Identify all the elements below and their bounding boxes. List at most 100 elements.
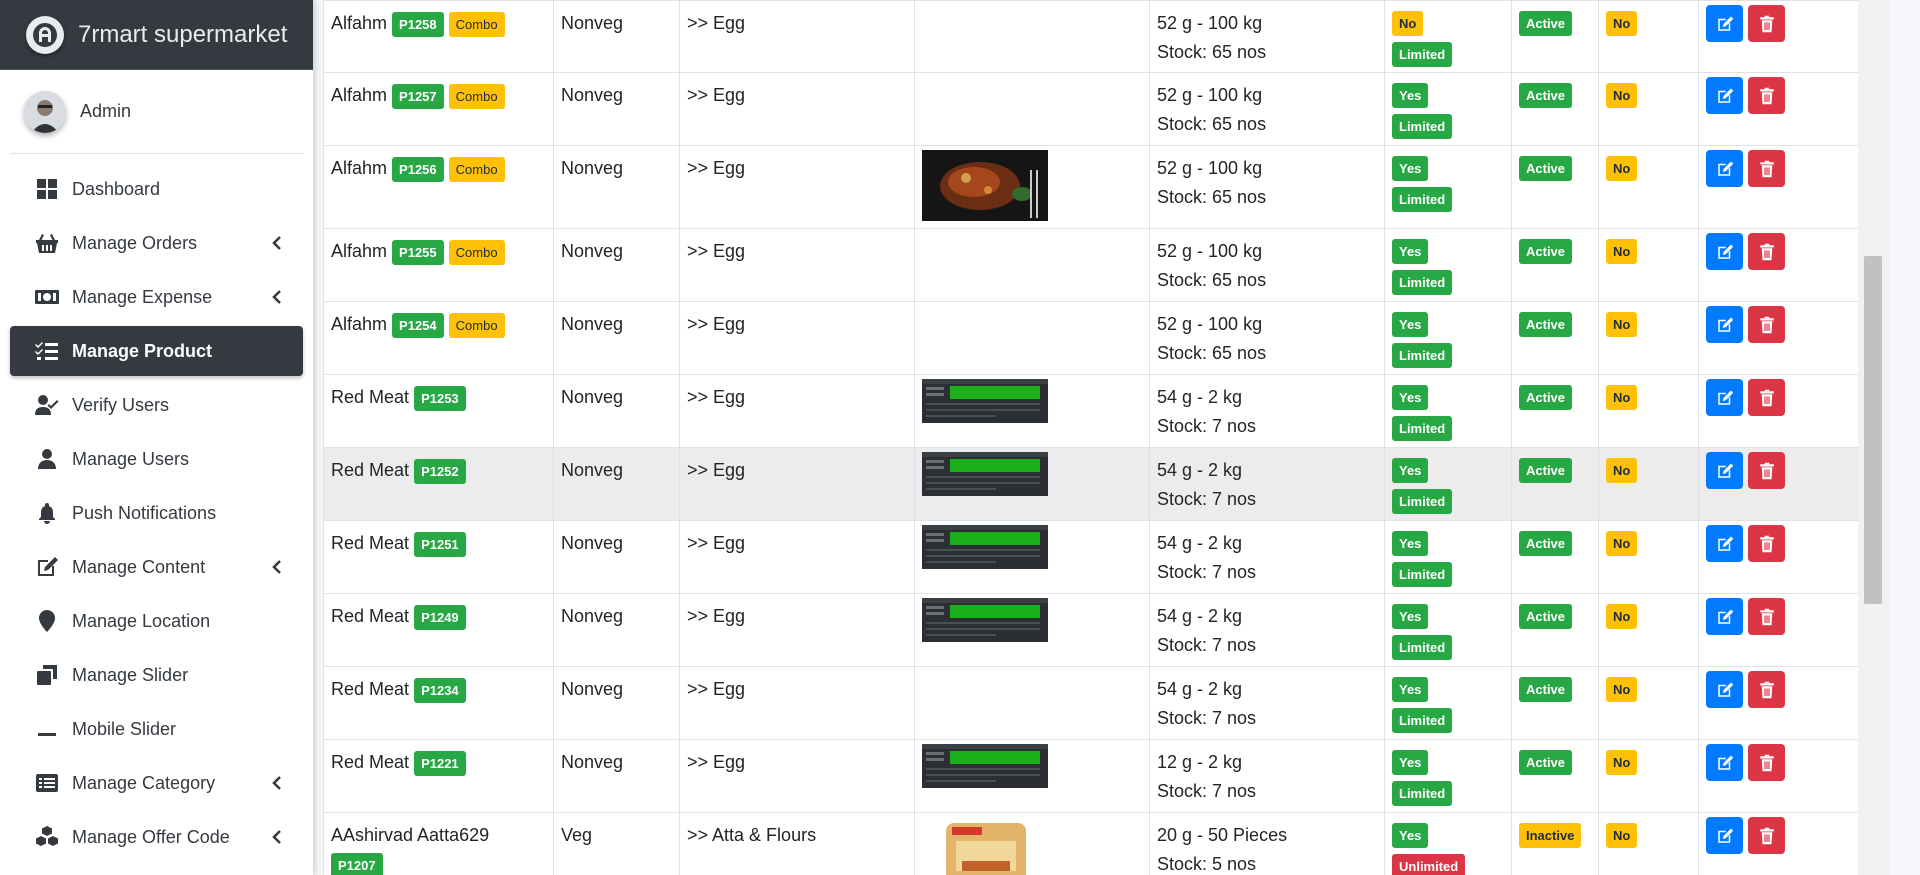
edit-button[interactable]	[1706, 150, 1743, 187]
table-row[interactable]: Red Meat P1251 Nonveg >> Egg 54 g - 2 kg Sto…	[323, 520, 1889, 594]
vertical-scrollbar[interactable]	[1858, 0, 1889, 875]
featured-badge[interactable]: No	[1606, 604, 1638, 629]
edit-button[interactable]	[1706, 817, 1743, 854]
delete-button[interactable]	[1748, 306, 1785, 343]
stock-flag-badge[interactable]: Yes	[1392, 750, 1429, 775]
chevron-left-icon[interactable]	[271, 289, 283, 305]
sidebar-item-manage-offer-code[interactable]: Manage Offer Code	[10, 812, 303, 862]
edit-button[interactable]	[1706, 77, 1743, 114]
delete-button[interactable]	[1748, 598, 1785, 635]
featured-badge[interactable]: No	[1606, 677, 1638, 702]
name-cell: Red Meat P1234	[323, 666, 554, 740]
stock-flag-badge[interactable]: Yes	[1392, 312, 1429, 337]
chevron-left-icon[interactable]	[271, 559, 283, 575]
edit-button[interactable]	[1706, 306, 1743, 343]
table-row[interactable]: Alfahm P1254 Combo Nonveg >> Egg 52 g - 100…	[323, 301, 1889, 375]
edit-button[interactable]	[1706, 525, 1743, 562]
status-badge[interactable]: Active	[1519, 458, 1573, 483]
sidebar-item-manage-content[interactable]: Manage Content	[10, 542, 303, 592]
table-row[interactable]: AAshirvad Aatta629 P1207 Veg >> Atta & Flo…	[323, 812, 1889, 875]
delete-button[interactable]	[1748, 233, 1785, 270]
delete-button[interactable]	[1748, 744, 1785, 781]
sidebar-item-manage-expense[interactable]: Manage Expense	[10, 272, 303, 322]
stock-flag-badge[interactable]: Yes	[1392, 531, 1429, 556]
stock-flag-badge[interactable]: Yes	[1392, 823, 1429, 848]
table-row[interactable]: Red Meat P1221 Nonveg >> Egg 12 g - 2 kg Sto…	[323, 739, 1889, 813]
stock-flag-badge[interactable]: No	[1392, 11, 1424, 36]
user-panel[interactable]: Admin	[10, 70, 303, 154]
status-badge[interactable]: Active	[1519, 156, 1573, 181]
featured-badge[interactable]: No	[1606, 83, 1638, 108]
delete-button[interactable]	[1748, 525, 1785, 562]
status-badge[interactable]: Active	[1519, 385, 1573, 410]
sidebar-item-manage-category[interactable]: Manage Category	[10, 758, 303, 808]
sidebar-item-label: Dashboard	[72, 178, 161, 199]
delete-button[interactable]	[1748, 817, 1785, 854]
table-row[interactable]: Red Meat P1249 Nonveg >> Egg 54 g - 2 kg Sto…	[323, 593, 1889, 667]
edit-button[interactable]	[1706, 744, 1743, 781]
delete-button[interactable]	[1748, 379, 1785, 416]
stock-flag-badge[interactable]: Yes	[1392, 83, 1429, 108]
featured-badge[interactable]: No	[1606, 750, 1638, 775]
featured-badge[interactable]: No	[1606, 11, 1638, 36]
delete-button[interactable]	[1748, 150, 1785, 187]
edit-button[interactable]	[1706, 233, 1743, 270]
featured-badge[interactable]: No	[1606, 312, 1638, 337]
status-badge[interactable]: Active	[1519, 312, 1573, 337]
sidebar-item-verify-users[interactable]: Verify Users	[10, 380, 303, 430]
stock-flag-badge[interactable]: Yes	[1392, 239, 1429, 264]
delete-button[interactable]	[1748, 77, 1785, 114]
status-badge[interactable]: Active	[1519, 604, 1573, 629]
sidebar-item-manage-users[interactable]: Manage Users	[10, 434, 303, 484]
table-row[interactable]: Red Meat P1234 Nonveg >> Egg 54 g - 2 kg Sto…	[323, 666, 1889, 740]
featured-badge[interactable]: No	[1606, 156, 1638, 181]
status-badge[interactable]: Active	[1519, 750, 1573, 775]
product-type: Nonveg	[561, 460, 624, 480]
status-badge[interactable]: Active	[1519, 677, 1573, 702]
sidebar-item-manage-orders[interactable]: Manage Orders	[10, 218, 303, 268]
status-badge[interactable]: Active	[1519, 239, 1573, 264]
edit-button[interactable]	[1706, 5, 1743, 42]
category-cell: >> Egg	[679, 593, 915, 667]
chevron-left-icon[interactable]	[271, 829, 283, 845]
chevron-left-icon[interactable]	[271, 235, 283, 251]
delete-button[interactable]	[1748, 671, 1785, 708]
edit-button[interactable]	[1706, 598, 1743, 635]
featured-cell: No	[1598, 72, 1699, 146]
stock-flag-badge[interactable]: Yes	[1392, 385, 1429, 410]
user-icon	[34, 446, 60, 472]
status-badge[interactable]: Inactive	[1519, 823, 1582, 848]
table-row[interactable]: Red Meat P1253 Nonveg >> Egg 54 g - 2 kg Sto…	[323, 374, 1889, 448]
delete-button[interactable]	[1748, 452, 1785, 489]
sidebar-item-dashboard[interactable]: Dashboard	[10, 164, 303, 214]
table-row[interactable]: Alfahm P1255 Combo Nonveg >> Egg 52 g - 100…	[323, 228, 1889, 302]
status-badge[interactable]: Active	[1519, 531, 1573, 556]
status-badge[interactable]: Active	[1519, 11, 1573, 36]
edit-button[interactable]	[1706, 452, 1743, 489]
sidebar-item-manage-product[interactable]: Manage Product	[10, 326, 303, 376]
table-row[interactable]: Red Meat P1252 Nonveg >> Egg 54 g - 2 kg Sto…	[323, 447, 1889, 521]
featured-badge[interactable]: No	[1606, 458, 1638, 483]
brand-link[interactable]: 7rmart supermarket	[0, 0, 313, 70]
sidebar-item-manage-location[interactable]: Manage Location	[10, 596, 303, 646]
scrollbar-thumb[interactable]	[1864, 256, 1882, 604]
edit-button[interactable]	[1706, 379, 1743, 416]
featured-badge[interactable]: No	[1606, 385, 1638, 410]
delete-button[interactable]	[1748, 5, 1785, 42]
sidebar-item-mobile-slider[interactable]: Mobile Slider	[10, 704, 303, 754]
status-badge[interactable]: Active	[1519, 83, 1573, 108]
stock-flag-badge[interactable]: Yes	[1392, 677, 1429, 702]
featured-badge[interactable]: No	[1606, 239, 1638, 264]
table-row[interactable]: Alfahm P1257 Combo Nonveg >> Egg 52 g - 100…	[323, 72, 1889, 146]
table-row[interactable]: Alfahm P1256 Combo Nonveg >> Egg 52 g - 100…	[323, 145, 1889, 229]
featured-badge[interactable]: No	[1606, 823, 1638, 848]
sidebar-item-push-notifications[interactable]: Push Notifications	[10, 488, 303, 538]
sidebar-item-manage-slider[interactable]: Manage Slider	[10, 650, 303, 700]
stock-flag-badge[interactable]: Yes	[1392, 458, 1429, 483]
chevron-left-icon[interactable]	[271, 775, 283, 791]
featured-badge[interactable]: No	[1606, 531, 1638, 556]
stock-flag-badge[interactable]: Yes	[1392, 604, 1429, 629]
edit-button[interactable]	[1706, 671, 1743, 708]
stock-flag-badge[interactable]: Yes	[1392, 156, 1429, 181]
table-row[interactable]: Alfahm P1258 Combo Nonveg >> Egg 52 g - 100…	[323, 0, 1889, 73]
